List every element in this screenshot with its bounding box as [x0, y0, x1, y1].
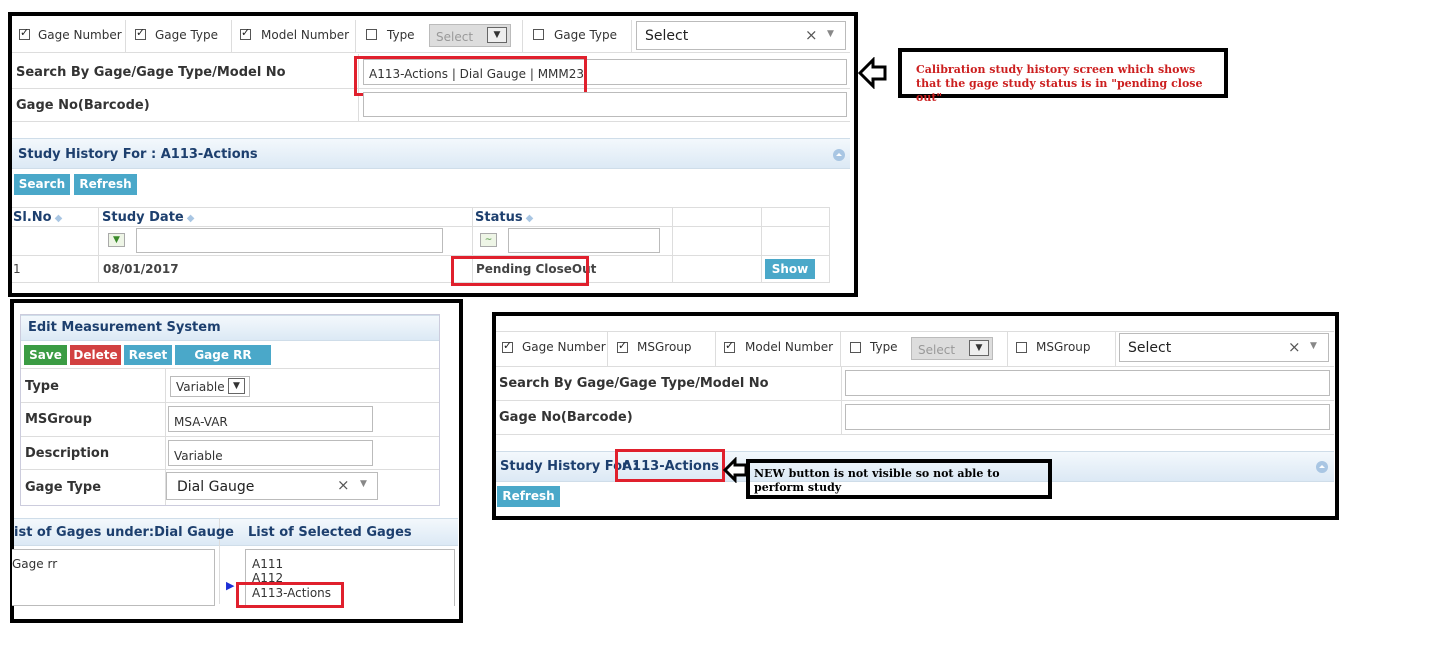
- gage-type-value: Dial Gauge: [177, 479, 255, 495]
- gage-type-combo[interactable]: Dial Gauge × ▼: [166, 472, 378, 500]
- callout-text-1: Calibration study history screen which s…: [916, 63, 1203, 104]
- filter-icon[interactable]: ~: [480, 233, 497, 247]
- type-select-value: Select: [436, 30, 474, 44]
- list-item[interactable]: A111: [252, 557, 283, 571]
- selected-gage-highlight: [236, 582, 344, 608]
- model-number-checkbox[interactable]: [240, 26, 251, 40]
- msgroup-label: MSGroup: [637, 340, 692, 354]
- type-checkbox[interactable]: [850, 342, 861, 353]
- combo-value: Select: [1128, 340, 1172, 356]
- gage-type-2-label: Gage Type: [554, 28, 618, 42]
- barcode-label: Gage No(Barcode): [16, 98, 150, 113]
- chevron-down-icon[interactable]: ▼: [360, 479, 367, 489]
- msgroup-checkbox[interactable]: [617, 339, 628, 353]
- col-study-date[interactable]: Study Date ◆: [102, 210, 194, 225]
- model-number-label: Model Number: [261, 28, 350, 42]
- chevron-down-icon[interactable]: ▼: [969, 340, 989, 356]
- gage-type-label: Gage Type: [155, 28, 219, 42]
- type-select[interactable]: Variable ▼: [170, 376, 250, 397]
- msgroup-value: MSA-VAR: [174, 415, 228, 429]
- collapse-icon[interactable]: [833, 149, 845, 161]
- type-label: Type: [25, 379, 59, 394]
- save-button[interactable]: Save: [24, 345, 67, 365]
- search-button[interactable]: Search: [14, 174, 70, 195]
- available-gages-list[interactable]: Gage rr: [12, 549, 215, 606]
- chevron-down-icon[interactable]: ▼: [1310, 341, 1317, 351]
- type-checkbox[interactable]: [366, 29, 377, 40]
- msgroup-label: MSGroup: [25, 412, 92, 427]
- edit-title: Edit Measurement System: [28, 320, 221, 335]
- description-label: Description: [25, 446, 110, 461]
- msgroup-2-checkbox[interactable]: [1016, 342, 1027, 353]
- barcode-label: Gage No(Barcode): [499, 410, 633, 425]
- row-slno: 1: [13, 262, 21, 276]
- type-select-value: Select: [918, 343, 956, 357]
- callout-text-2: NEW button is not visible so not able to…: [754, 467, 1000, 494]
- barcode-input[interactable]: [845, 404, 1330, 430]
- type-label: Type: [387, 28, 415, 42]
- search-by-label: Search By Gage/Gage Type/Model No: [16, 65, 286, 80]
- gage-number-checkbox[interactable]: [502, 339, 513, 353]
- chevron-down-icon[interactable]: ▼: [228, 378, 245, 394]
- refresh-button[interactable]: Refresh: [497, 486, 560, 507]
- description-value: Variable: [174, 449, 223, 463]
- col-slno[interactable]: Sl.No ◆: [13, 210, 62, 225]
- refresh-button[interactable]: Refresh: [74, 174, 137, 195]
- delete-button[interactable]: Delete: [70, 345, 121, 365]
- clear-icon[interactable]: ×: [805, 26, 818, 44]
- description-input[interactable]: Variable: [168, 440, 373, 466]
- chevron-down-icon[interactable]: ▼: [487, 27, 507, 43]
- gage-number-checkbox[interactable]: [19, 26, 30, 40]
- study-name-highlight: [615, 449, 725, 482]
- gage-number-label: Gage Number: [38, 28, 122, 42]
- col-status[interactable]: Status ◆: [475, 210, 533, 225]
- gage-number-label: Gage Number: [522, 340, 606, 354]
- chevron-down-icon[interactable]: ▼: [827, 29, 834, 39]
- msgroup-combo[interactable]: Select × ▼: [1119, 333, 1329, 362]
- row-date: 08/01/2017: [103, 262, 179, 276]
- list-item[interactable]: Gage rr: [12, 557, 57, 571]
- gage-type-checkbox[interactable]: [135, 26, 146, 40]
- reset-button[interactable]: Reset: [124, 345, 172, 365]
- list-right-title: List of Selected Gages: [248, 525, 412, 540]
- msgroup-input[interactable]: MSA-VAR: [168, 406, 373, 432]
- gage-type-combo[interactable]: Select × ▼: [636, 21, 846, 50]
- collapse-icon[interactable]: [1316, 461, 1328, 473]
- play-icon[interactable]: ▶: [226, 579, 234, 592]
- search-input[interactable]: [845, 370, 1330, 396]
- show-button[interactable]: Show: [765, 259, 815, 279]
- filter-icon[interactable]: ▼: [108, 233, 125, 247]
- list-left-title: ist of Gages under:Dial Gauge: [14, 525, 234, 540]
- search-by-label: Search By Gage/Gage Type/Model No: [499, 376, 769, 391]
- gage-rr-study-button[interactable]: Gage RR Study: [175, 345, 271, 382]
- gage-type-label: Gage Type: [25, 480, 102, 495]
- type-label: Type: [870, 340, 898, 354]
- arrow-left-icon: [857, 56, 888, 90]
- clear-icon[interactable]: ×: [337, 476, 350, 494]
- status-filter[interactable]: [508, 228, 660, 253]
- model-number-label: Model Number: [745, 340, 834, 354]
- combo-value: Select: [645, 28, 689, 44]
- gage-type-2-checkbox[interactable]: [533, 29, 544, 40]
- study-date-filter[interactable]: [136, 228, 443, 253]
- study-history-title: Study History For : A113-Actions: [18, 147, 258, 162]
- barcode-input[interactable]: [363, 92, 847, 117]
- type-select-value: Variable: [176, 380, 225, 394]
- clear-icon[interactable]: ×: [1288, 338, 1301, 356]
- status-highlight: [451, 256, 589, 286]
- msgroup-2-label: MSGroup: [1036, 340, 1091, 354]
- model-number-checkbox[interactable]: [724, 339, 735, 353]
